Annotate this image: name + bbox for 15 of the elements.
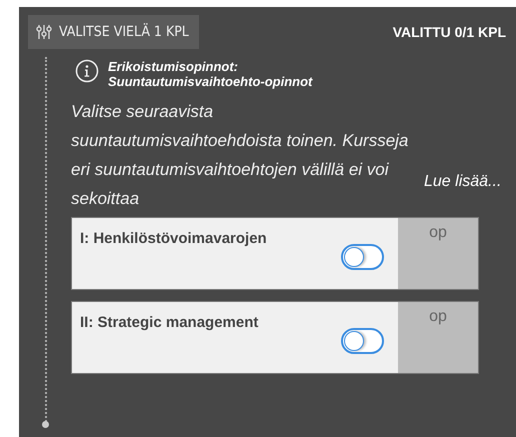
toggle-switch[interactable] <box>341 328 384 354</box>
remaining-label: VALITSE VIELÄ 1 KPL <box>59 24 189 40</box>
description: Valitse seuraavista suuntautumisvaihtoehdoista toinen. Kursseja eri suuntautumisvaihtoehtojen välillä ei voi sekoittaa <box>71 101 410 210</box>
toggle-switch[interactable] <box>341 244 384 270</box>
option-label: II: Strategic management <box>80 314 258 333</box>
info-title: Erikoistumisopinnot: <box>108 59 239 74</box>
credits-unit: op <box>429 224 447 243</box>
read-more-link[interactable]: Lue lisää... <box>424 173 502 191</box>
sliders-icon <box>36 24 52 40</box>
timeline-dot <box>42 421 49 428</box>
option-label: I: Henkilöstövoimavarojen <box>80 230 267 249</box>
selected-count: VALITTU 0/1 KPL <box>392 24 506 40</box>
info-title: Suuntautumisvaihtoehto-opinnot <box>108 74 312 89</box>
credits-unit: op <box>429 308 447 327</box>
info-icon <box>75 59 99 83</box>
